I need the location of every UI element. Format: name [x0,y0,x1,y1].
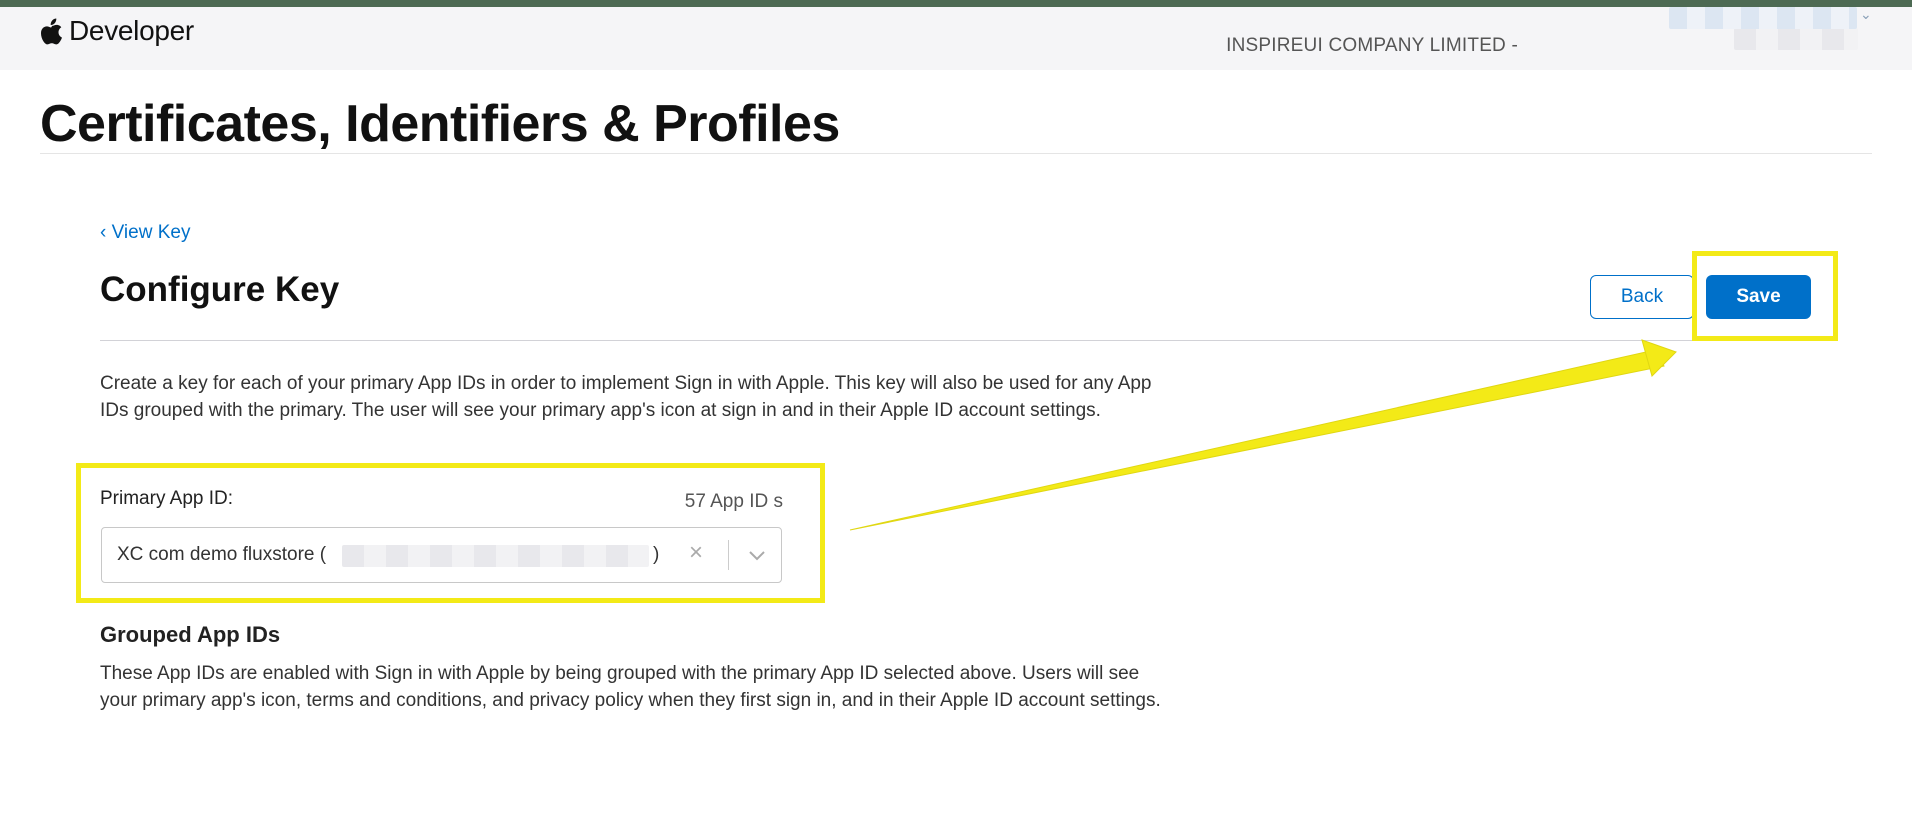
configure-key-title: Configure Key [100,270,340,309]
grouped-app-ids-description: These App IDs are enabled with Sign in w… [100,663,1161,711]
save-highlight-box [1692,251,1838,341]
grouped-app-ids-title: Grouped App IDs [100,622,281,647]
developer-home-link[interactable]: Developer [41,15,194,47]
redacted-team-id [1734,28,1858,50]
key-description: Create a key for each of your primary Ap… [100,373,1152,421]
back-button[interactable]: Back [1590,275,1694,319]
global-nav: Developer INSPIREUI COMPANY LIMITED - [0,7,1912,70]
title-divider [40,153,1872,154]
account-chevron-icon[interactable]: ⌄ [1860,6,1872,23]
apple-logo-icon [41,18,63,45]
view-key-link[interactable]: ‹ View Key [100,222,190,244]
browser-top-strip [0,0,1912,7]
section-divider [100,340,1812,341]
team-name: INSPIREUI COMPANY LIMITED - [1226,35,1518,56]
primary-app-id-highlight-box [76,463,825,603]
redacted-account-name[interactable] [1669,7,1857,29]
page-title: Certificates, Identifiers & Profiles [40,95,840,153]
brand-text: Developer [69,15,194,46]
